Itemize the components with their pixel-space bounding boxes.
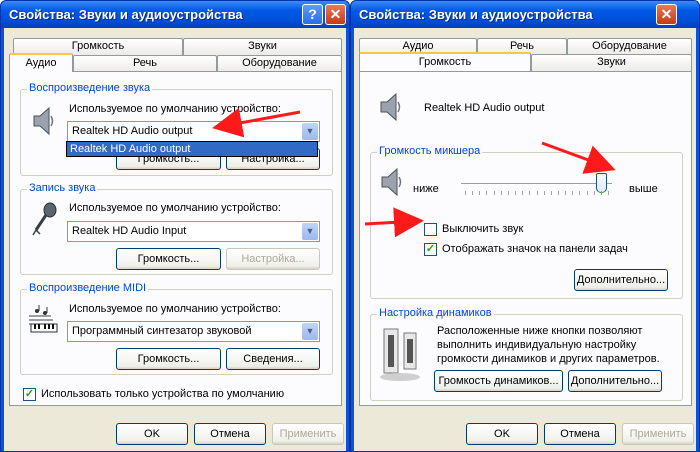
show-icon-checkbox[interactable]: ✓ bbox=[424, 243, 437, 256]
playback-dropdown-option[interactable]: Realtek HD Audio output bbox=[66, 141, 318, 157]
slider-tick bbox=[565, 191, 567, 195]
recording-settings-button[interactable]: Настройка... bbox=[226, 248, 320, 270]
speakers-advanced-button[interactable]: Дополнительно... bbox=[568, 370, 662, 392]
slider-tick bbox=[608, 191, 609, 195]
slider-tick bbox=[472, 191, 474, 195]
slider-tick bbox=[515, 191, 517, 195]
speakers-description-2: выполнить индивидуальную настройку bbox=[437, 339, 637, 351]
midi-device-select[interactable]: Программный синтезатор звуковой ▼ bbox=[67, 321, 320, 342]
speaker-volume-button[interactable]: Громкость динамиков... bbox=[434, 370, 563, 392]
cancel-button[interactable]: Отмена bbox=[194, 423, 266, 445]
close-icon[interactable]: ✕ bbox=[325, 4, 346, 25]
mixer-group-title: Громкость микшера bbox=[377, 145, 483, 157]
midi-volume-button[interactable]: Громкость... bbox=[116, 348, 221, 370]
tab-hardware[interactable]: Оборудование bbox=[567, 38, 692, 55]
ok-button[interactable]: OK bbox=[116, 423, 188, 445]
slider-tick bbox=[493, 191, 495, 195]
mute-label: Выключить звук bbox=[442, 223, 524, 235]
speaker-icon bbox=[33, 106, 54, 136]
tab-speech[interactable]: Речь bbox=[73, 55, 217, 72]
slider-tick bbox=[486, 191, 488, 195]
slider-tick bbox=[550, 191, 552, 195]
right-tab-panel: Realtek HD Audio output Громкость микшер… bbox=[359, 71, 692, 406]
cancel-button[interactable]: Отмена bbox=[544, 423, 616, 445]
speakers-description-3: громкости динамиков и других параметров. bbox=[437, 353, 660, 365]
slider-tick bbox=[543, 191, 545, 195]
device-name: Realtek HD Audio output bbox=[424, 102, 545, 114]
slider-tick bbox=[586, 191, 588, 195]
tab-hardware[interactable]: Оборудование bbox=[217, 55, 342, 72]
slider-tick bbox=[529, 191, 531, 195]
volume-low-label: ниже bbox=[413, 183, 439, 195]
help-icon[interactable]: ? bbox=[302, 4, 323, 25]
ok-button[interactable]: OK bbox=[466, 423, 538, 445]
speaker-icon bbox=[380, 92, 401, 122]
volume-high-label: выше bbox=[629, 183, 658, 195]
speakers-group: Настройка динамиков Расположенные ниже к… bbox=[370, 307, 683, 401]
recording-device-value: Realtek HD Audio Input bbox=[72, 225, 187, 237]
speakers-group-title: Настройка динамиков bbox=[377, 307, 494, 319]
slider-tick bbox=[557, 191, 559, 195]
left-tab-panel: Воспроизведение звука Используемое по ум… bbox=[9, 71, 342, 406]
microphone-icon bbox=[32, 202, 57, 236]
slider-thumb[interactable] bbox=[595, 173, 607, 193]
chevron-down-icon[interactable]: ▼ bbox=[302, 323, 318, 340]
midi-keyboard-icon bbox=[29, 305, 58, 333]
slider-track bbox=[461, 183, 612, 185]
speakers-icon bbox=[380, 328, 420, 381]
playback-device-label: Используемое по умолчанию устройство: bbox=[69, 103, 281, 115]
dropdown-option-label: Realtek HD Audio output bbox=[70, 143, 191, 155]
midi-group: Воспроизведение MIDI Используемое по умо… bbox=[20, 282, 333, 375]
playback-device-value: Realtek HD Audio output bbox=[72, 125, 193, 137]
mixer-volume-slider[interactable] bbox=[459, 173, 614, 197]
slider-tick bbox=[536, 191, 538, 195]
playback-group: Воспроизведение звука Используемое по ум… bbox=[20, 82, 333, 176]
slider-tick bbox=[479, 191, 481, 195]
left-window: Свойства: Звуки и аудиоустройства ? ✕ Гр… bbox=[0, 0, 350, 452]
slider-tick bbox=[600, 191, 602, 195]
speakers-description-1: Расположенные ниже кнопки позволяют bbox=[437, 325, 643, 337]
apply-button[interactable]: Применить bbox=[622, 423, 694, 445]
slider-tick bbox=[500, 191, 502, 195]
slider-tick bbox=[522, 191, 524, 195]
apply-button[interactable]: Применить bbox=[272, 423, 344, 445]
slider-tick bbox=[465, 191, 466, 195]
left-title-bar[interactable]: Свойства: Звуки и аудиоустройства ? ✕ bbox=[1, 1, 349, 28]
close-icon[interactable]: ✕ bbox=[656, 4, 677, 25]
playback-device-select[interactable]: Realtek HD Audio output ▼ bbox=[67, 121, 320, 142]
tab-sounds[interactable]: Звуки bbox=[183, 38, 342, 55]
window-title: Свойства: Звуки и аудиоустройства bbox=[359, 7, 593, 22]
left-client: Громкость Звуки Аудио Речь Оборудование … bbox=[4, 28, 346, 451]
chevron-down-icon[interactable]: ▼ bbox=[302, 123, 318, 140]
slider-tick bbox=[572, 191, 574, 195]
mixer-advanced-button[interactable]: Дополнительно... bbox=[574, 269, 668, 291]
slider-tick bbox=[579, 191, 581, 195]
slider-tick bbox=[593, 191, 595, 195]
midi-device-label: Используемое по умолчанию устройство: bbox=[69, 303, 281, 315]
mute-checkbox[interactable] bbox=[424, 223, 437, 236]
right-client: Аудио Речь Оборудование Громкость Звуки … bbox=[354, 28, 696, 451]
recording-device-select[interactable]: Realtek HD Audio Input ▼ bbox=[67, 221, 320, 242]
chevron-down-icon[interactable]: ▼ bbox=[302, 223, 318, 240]
default-only-label: Использовать только устройства по умолча… bbox=[41, 388, 285, 400]
slider-tick bbox=[507, 191, 509, 195]
midi-group-title: Воспроизведение MIDI bbox=[27, 282, 149, 294]
right-window: Свойства: Звуки и аудиоустройства ✕ Ауди… bbox=[350, 0, 700, 452]
midi-device-value: Программный синтезатор звуковой bbox=[72, 325, 252, 337]
mixer-group: Громкость микшера ниже выше Выключить зв… bbox=[370, 145, 683, 299]
default-only-checkbox[interactable]: ✓ bbox=[23, 388, 36, 401]
recording-device-label: Используемое по умолчанию устройство: bbox=[69, 202, 281, 214]
tab-volume[interactable]: Громкость bbox=[359, 52, 531, 71]
recording-group-title: Запись звука bbox=[27, 182, 98, 194]
right-title-bar[interactable]: Свойства: Звуки и аудиоустройства ✕ bbox=[351, 1, 699, 28]
speaker-icon bbox=[381, 167, 402, 197]
tab-audio[interactable]: Аудио bbox=[9, 53, 73, 72]
midi-about-button[interactable]: Сведения... bbox=[226, 348, 320, 370]
window-title: Свойства: Звуки и аудиоустройства bbox=[9, 7, 243, 22]
tab-sounds[interactable]: Звуки bbox=[531, 54, 692, 71]
playback-group-title: Воспроизведение звука bbox=[27, 82, 153, 94]
show-icon-label: Отображать значок на панели задач bbox=[442, 243, 628, 255]
recording-volume-button[interactable]: Громкость... bbox=[116, 248, 221, 270]
recording-group: Запись звука Используемое по умолчанию у… bbox=[20, 182, 333, 275]
